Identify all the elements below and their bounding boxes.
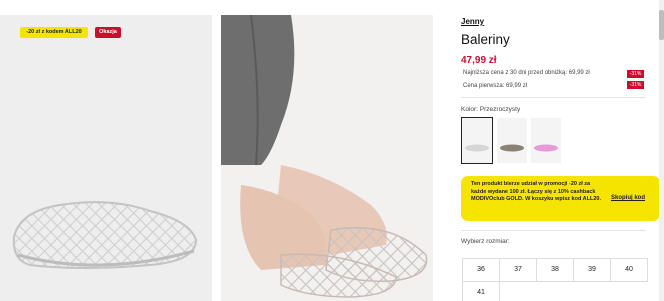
copy-code-link[interactable]: Skopiuj kod xyxy=(611,195,645,201)
size-option[interactable]: 41 xyxy=(462,281,500,301)
color-swatch-pink[interactable] xyxy=(531,118,561,163)
promo-code-badge: -20 zł z kodem ALL20 xyxy=(20,27,88,38)
promo-text: Ten produkt bierze udział w promocji -20… xyxy=(471,181,601,202)
promo-banner: Ten produkt bierze udział w promocji -20… xyxy=(461,176,660,221)
color-swatch-khaki[interactable] xyxy=(497,118,527,163)
size-option[interactable]: 39 xyxy=(573,258,611,282)
divider xyxy=(461,97,646,98)
model-wearing-shoes-illustration xyxy=(221,15,428,298)
color-swatch-transparent[interactable] xyxy=(461,117,493,164)
divider xyxy=(461,230,646,231)
shoe-thumbnail-icon xyxy=(465,144,489,152)
product-image-2[interactable] xyxy=(221,15,433,301)
lowest-price-text: Najniższa cena z 30 dni przed obniżką: 6… xyxy=(463,70,590,76)
product-details-panel: Jenny Baleriny 47,99 zł Najniższa cena z… xyxy=(452,0,664,301)
size-option[interactable]: 40 xyxy=(610,258,648,282)
scrollbar-thumb[interactable] xyxy=(659,10,664,40)
color-label: Kolor: Przezroczysty xyxy=(461,106,521,113)
first-discount-badge: -31% xyxy=(627,81,644,89)
shoe-thumbnail-icon xyxy=(500,144,524,152)
size-option[interactable]: 38 xyxy=(536,258,574,282)
brand-link[interactable]: Jenny xyxy=(461,17,484,26)
jelly-shoe-illustration xyxy=(12,201,198,269)
sale-badge: Okazja xyxy=(95,27,121,38)
current-price: 47,99 zł xyxy=(461,55,497,66)
lowest-discount-badge: -31% xyxy=(627,70,644,78)
size-option[interactable]: 36 xyxy=(462,258,500,282)
size-label: Wybierz rozmiar: xyxy=(461,238,510,245)
scrollbar-track[interactable] xyxy=(659,0,664,301)
shoe-thumbnail-icon xyxy=(534,144,558,152)
size-option[interactable]: 37 xyxy=(499,258,537,282)
product-title: Baleriny xyxy=(461,32,510,47)
first-price-text: Cena pierwsza: 69,99 zł xyxy=(463,83,528,89)
product-image-1[interactable] xyxy=(0,15,212,301)
